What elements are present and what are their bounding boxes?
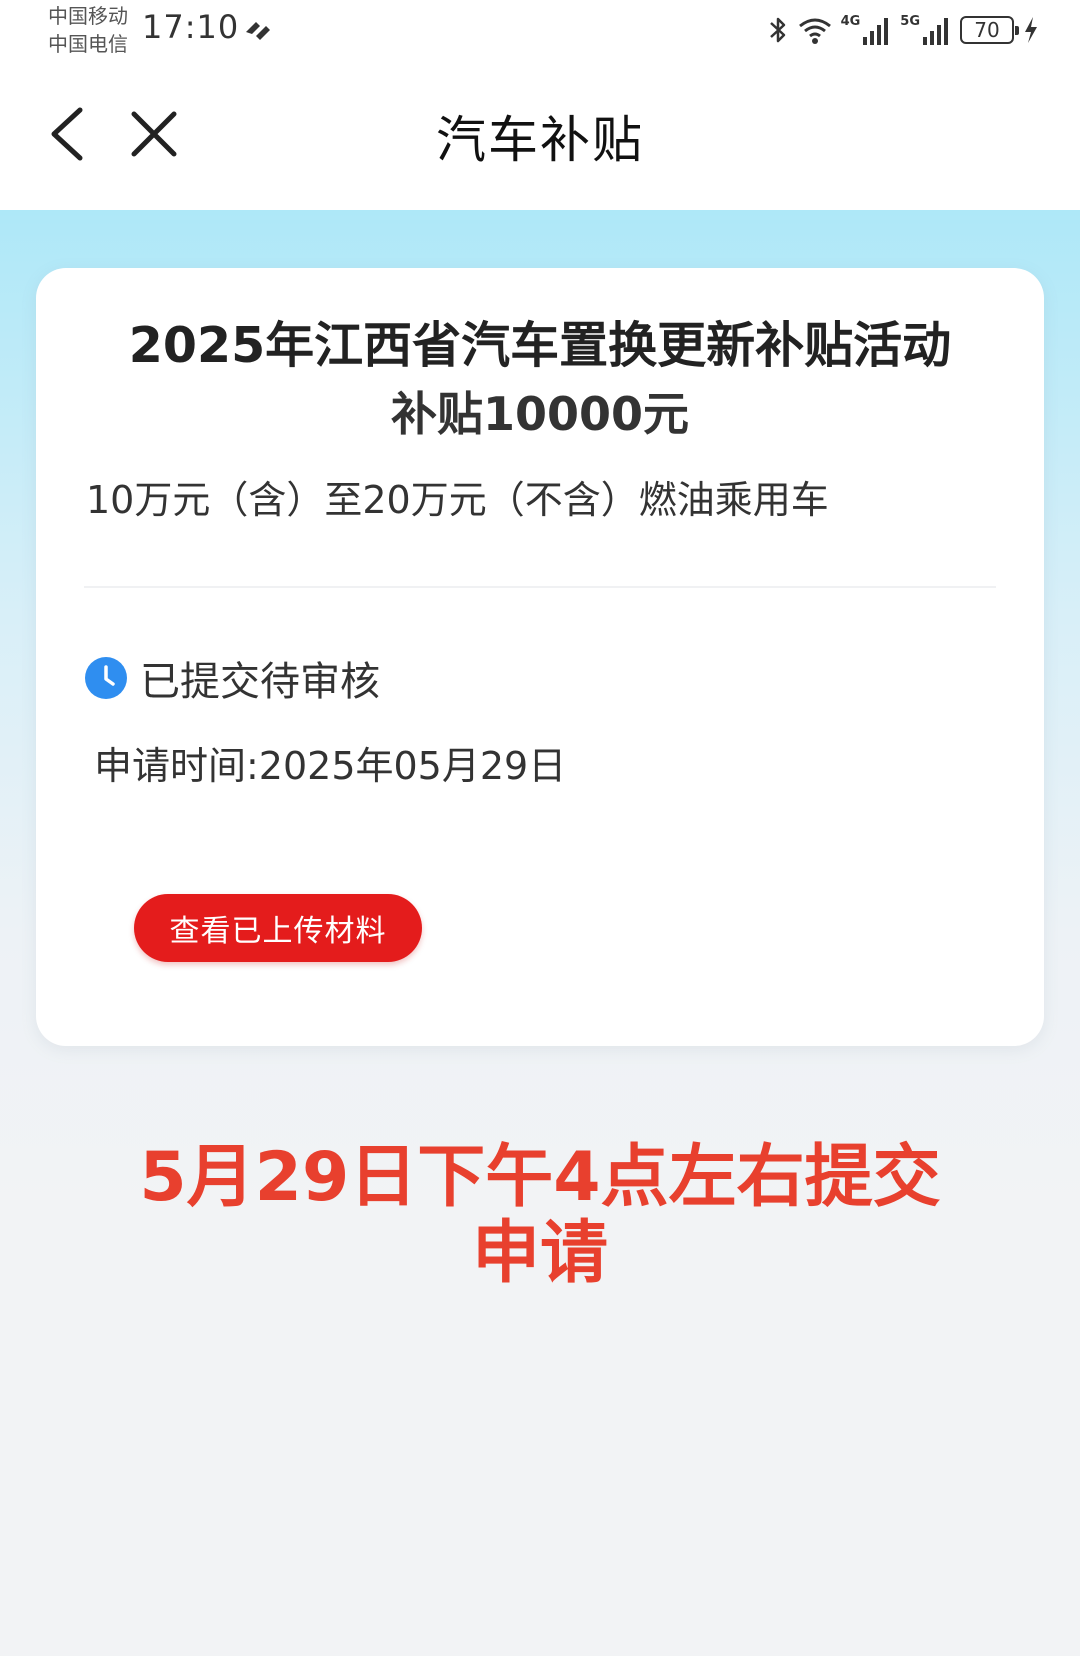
charging-icon [1025,17,1037,43]
subsidy-card: 2025年江西省汽车置换更新补贴活动 补贴10000元 10万元（含）至20万元… [36,268,1044,1046]
subsidy-amount: 补贴10000元 [390,387,690,441]
apply-time: 申请时间:2025年05月29日 [94,744,567,788]
review-status: 已提交待审核 [84,648,380,708]
annotation-line-1: 5月29日下午4点左右提交 [139,1138,941,1217]
carrier-1: 中国移动 [48,4,128,28]
wifi-icon [798,18,831,44]
annotation-line-2: 申请 [471,1214,608,1293]
carrier-2: 中国电信 [48,32,128,56]
divider [84,586,996,588]
carrier-names: 中国移动 中国电信 [48,2,128,58]
sync-icon [246,22,270,40]
activity-title: 2025年江西省汽车置换更新补贴活动 [128,317,952,374]
status-text: 已提交待审核 [140,659,380,705]
bluetooth-icon [769,17,785,43]
signal-bars-icon [923,18,948,45]
signal-1: 4G [841,15,893,45]
status-bar: 中国移动 中国电信 17:10 4G 5G 70 [0,0,1080,60]
page-title: 汽车补贴 [436,111,644,169]
nav-bar: 汽车补贴 [0,60,1080,210]
signal-bars-icon [863,18,889,45]
clock-icon [85,657,127,699]
signal-2-label: 5G [900,14,920,29]
overlay-annotation: 5月29日下午4点左右提交 申请 [0,1140,1080,1292]
battery-level: 70 [974,18,1000,42]
signal-2: 5G [900,15,952,45]
view-uploaded-materials-button[interactable]: 查看已上传材料 [134,894,422,962]
status-time: 17:10 [142,8,240,46]
status-icons: 4G 5G 70 [767,10,1040,50]
signal-1-label: 4G [840,14,861,29]
battery-indicator: 70 [960,16,1019,44]
vehicle-description: 10万元（含）至20万元（不含）燃油乘用车 [86,478,829,522]
